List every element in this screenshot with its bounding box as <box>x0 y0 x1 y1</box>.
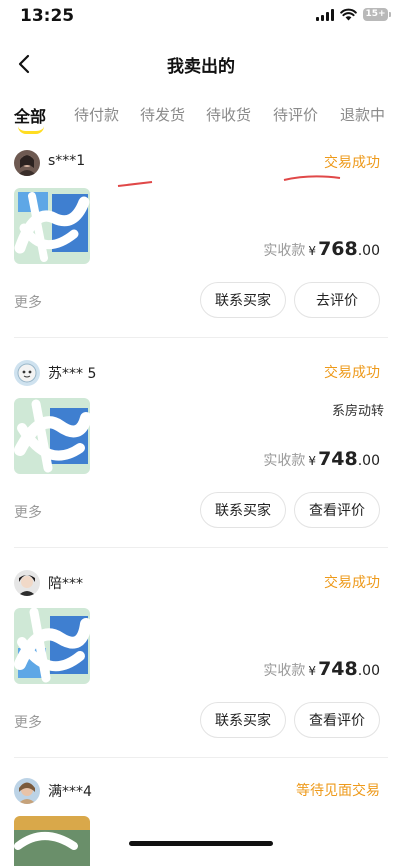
status-icons: 15+ <box>316 8 391 21</box>
order-card[interactable]: s***1 交易成功 实收款 ¥ 768 .00 更多 联系买家 去评价 <box>0 150 402 360</box>
price-label: 实收款 <box>263 243 306 259</box>
battery-icon: 15+ <box>363 8 391 21</box>
price-decimal: .00 <box>357 663 380 679</box>
divider <box>14 757 388 758</box>
page-title: 我卖出的 <box>167 57 235 77</box>
buyer-name: s***1 <box>48 153 86 169</box>
item-thumbnail[interactable] <box>14 398 90 474</box>
avatar <box>14 360 40 386</box>
home-indicator <box>129 841 273 846</box>
view-review-button[interactable]: 查看评价 <box>294 702 380 738</box>
tab-pending-review[interactable]: 待评价 <box>273 104 318 125</box>
tab-pending-receipt[interactable]: 待收货 <box>206 104 251 125</box>
tab-pending-payment[interactable]: 待付款 <box>74 104 119 125</box>
tab-refunding[interactable]: 退款中 <box>340 104 385 125</box>
more-button[interactable]: 更多 <box>14 502 42 522</box>
item-title <box>104 610 384 630</box>
received-amount: 实收款 ¥ 748 .00 <box>263 658 380 680</box>
rate-button[interactable]: 去评价 <box>294 282 380 318</box>
price-integer: 748 <box>318 448 358 470</box>
cellular-signal-icon <box>316 8 334 21</box>
received-amount: 实收款 ¥ 768 .00 <box>263 238 380 260</box>
avatar <box>14 778 40 804</box>
nav-bar: 我卖出的 <box>0 44 402 84</box>
avatar <box>14 570 40 596</box>
currency-symbol: ¥ <box>308 244 317 258</box>
order-status: 交易成功 <box>324 365 380 381</box>
order-status: 交易成功 <box>324 155 380 171</box>
order-card[interactable]: 陪*** 交易成功 实收款 ¥ 748 .00 更多 联系买家 查看评价 <box>0 570 402 780</box>
item-thumbnail[interactable] <box>14 816 90 866</box>
price-integer: 768 <box>318 238 358 260</box>
buyer-name: 苏*** 5 <box>48 366 97 382</box>
active-tab-indicator <box>18 126 44 134</box>
currency-symbol: ¥ <box>308 664 317 678</box>
order-status: 等待见面交易 <box>296 783 380 799</box>
avatar <box>14 150 40 176</box>
more-button[interactable]: 更多 <box>14 712 42 732</box>
contact-buyer-button[interactable]: 联系买家 <box>200 492 286 528</box>
price-decimal: .00 <box>357 453 380 469</box>
price-decimal: .00 <box>357 243 380 259</box>
price-integer: 748 <box>318 658 358 680</box>
item-title <box>104 190 384 210</box>
status-time: 13:25 <box>20 6 75 26</box>
tab-all[interactable]: 全部 <box>14 103 46 127</box>
received-amount: 实收款 ¥ 748 .00 <box>263 448 380 470</box>
currency-symbol: ¥ <box>308 454 317 468</box>
item-thumbnail[interactable] <box>14 188 90 264</box>
buyer-name: 满***4 <box>48 784 92 800</box>
order-card[interactable]: 满***4 等待见面交易 <box>0 778 402 866</box>
order-card[interactable]: 苏*** 5 交易成功 系房动转 实收款 ¥ 748 .00 更多 联系买家 查… <box>0 360 402 570</box>
status-bar: 13:25 15+ <box>0 0 402 32</box>
order-status: 交易成功 <box>324 575 380 591</box>
view-review-button[interactable]: 查看评价 <box>294 492 380 528</box>
divider <box>14 547 388 548</box>
more-button[interactable]: 更多 <box>14 292 42 312</box>
wifi-icon <box>340 8 357 21</box>
buyer-name: 陪*** <box>48 576 83 592</box>
contact-buyer-button[interactable]: 联系买家 <box>200 702 286 738</box>
tab-pending-shipment[interactable]: 待发货 <box>140 104 185 125</box>
price-label: 实收款 <box>263 663 306 679</box>
contact-buyer-button[interactable]: 联系买家 <box>200 282 286 318</box>
divider <box>14 337 388 338</box>
order-tabs: 全部 待付款 待发货 待收货 待评价 退款中 <box>0 104 402 140</box>
item-thumbnail[interactable] <box>14 608 90 684</box>
price-label: 实收款 <box>263 453 306 469</box>
item-title: 系房动转 <box>331 404 384 419</box>
